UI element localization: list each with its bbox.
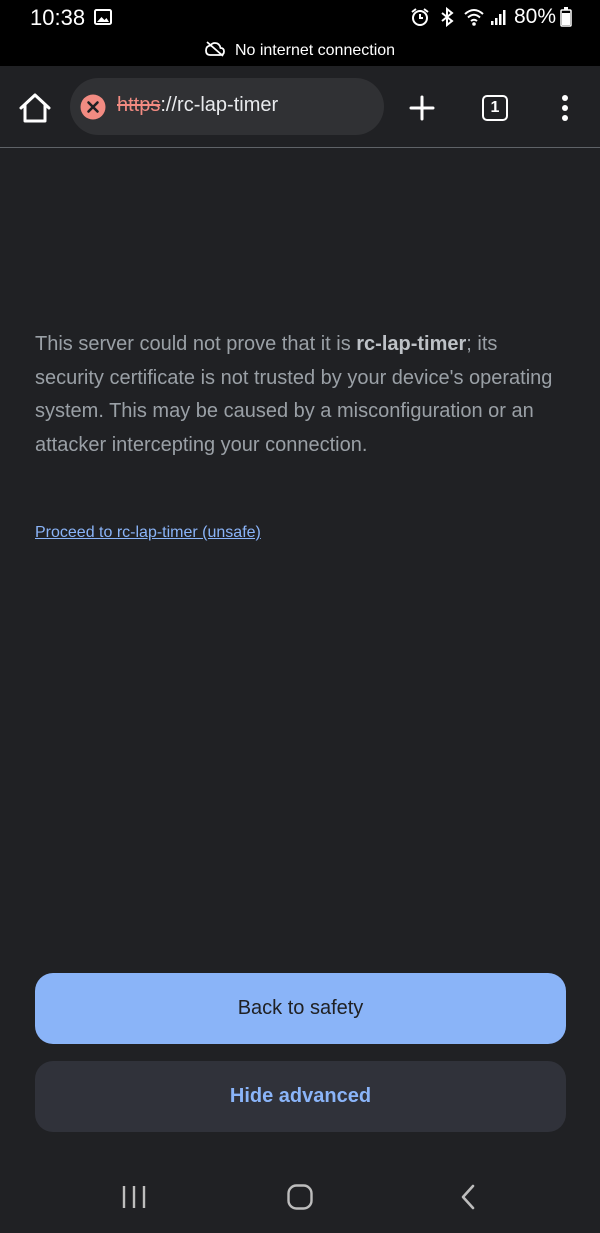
recents-button[interactable] [120,1184,148,1210]
tab-switcher-button[interactable]: 1 [482,95,508,121]
proceed-unsafe-link[interactable]: Proceed to rc-lap-timer (unsafe) [35,524,261,542]
cloud-off-icon [205,40,235,62]
nav-back-button[interactable] [458,1183,478,1211]
status-bar: 10:38 80% [0,0,600,36]
message-text-before: This server could not prove that it is [35,333,357,355]
battery-level: 80% [513,5,556,28]
screen: 10:38 80% No internet connection https:/… [0,0,600,1233]
url-bar[interactable]: https://rc-lap-timer [70,78,384,135]
url-host: ://rc-lap-timer [160,94,279,116]
nav-home-icon [287,1184,313,1210]
home-button[interactable] [17,91,53,125]
gallery-icon [94,9,112,30]
not-secure-icon[interactable] [80,94,106,120]
back-to-safety-button[interactable]: Back to safety [35,973,566,1044]
system-nav-bar [0,1160,600,1233]
interstitial-message: This server could not prove that it is r… [35,328,555,462]
alarm-icon [410,7,430,27]
nav-home-button[interactable] [286,1183,314,1211]
message-host: rc-lap-timer [356,333,467,355]
url-scheme: https [117,94,161,116]
new-tab-button[interactable] [408,94,436,122]
offline-banner-text: No internet connection [234,42,396,59]
plus-icon [409,95,435,121]
status-time: 10:38 [30,5,86,30]
home-icon [19,93,51,123]
more-vert-icon [562,95,568,121]
bluetooth-icon [440,7,454,27]
url-text: https://rc-lap-timer [117,94,278,117]
tab-count: 1 [490,99,500,116]
wifi-icon [464,8,484,26]
recents-icon [122,1186,146,1208]
back-chevron-icon [461,1184,475,1210]
signal-icon [490,8,508,26]
battery-icon [560,7,572,27]
menu-button[interactable] [553,92,577,124]
browser-toolbar: https://rc-lap-timer 1 [0,66,600,148]
status-indicators: 80% [410,5,572,29]
offline-banner: No internet connection [0,36,600,66]
hide-advanced-button[interactable]: Hide advanced [35,1061,566,1132]
